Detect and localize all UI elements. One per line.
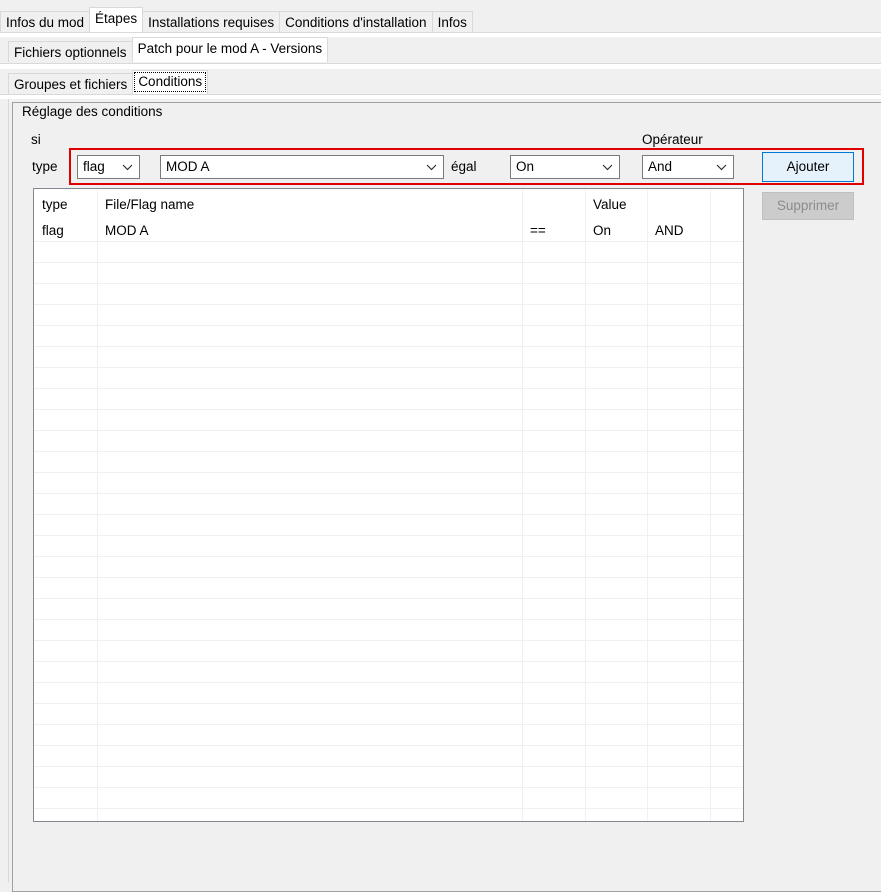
- grid-line: [34, 661, 743, 662]
- row-operator: AND: [655, 223, 684, 238]
- grid-line: [34, 409, 743, 410]
- header-operator[interactable]: [522, 194, 585, 215]
- table-row[interactable]: flag MOD A == On AND: [34, 220, 743, 241]
- step-page: [0, 64, 881, 69]
- grid-line: [34, 493, 743, 494]
- header-logic[interactable]: [647, 194, 710, 215]
- tab-mod-info[interactable]: Infos du mod: [0, 11, 91, 32]
- grid-line: [34, 766, 743, 767]
- tab-patch-mod-a[interactable]: Patch pour le mod A - Versions: [131, 37, 329, 62]
- grid-line: [34, 556, 743, 557]
- grid-line: [34, 304, 743, 305]
- tab-optional-files[interactable]: Fichiers optionnels: [8, 41, 133, 62]
- row-value: On: [593, 223, 612, 238]
- remove-button[interactable]: Supprimer: [762, 192, 854, 220]
- grid-line: [34, 619, 743, 620]
- grid-line: [34, 640, 743, 641]
- list-header: type File/Flag name Value: [34, 194, 743, 215]
- grid-line: [34, 598, 743, 599]
- tab-install-conditions[interactable]: Conditions d'installation: [279, 11, 433, 32]
- grid-line: [34, 325, 743, 326]
- header-type[interactable]: type: [34, 194, 97, 215]
- type-label: type: [32, 159, 58, 174]
- grid-line: [34, 346, 743, 347]
- grid-line: [34, 682, 743, 683]
- row-comparator: ==: [530, 223, 546, 238]
- grid-line: [34, 430, 743, 431]
- add-button[interactable]: Ajouter: [762, 152, 854, 182]
- grid-line: [34, 577, 743, 578]
- operator-label: Opérateur: [642, 132, 703, 147]
- grid-line: [34, 472, 743, 473]
- grid-line: [34, 514, 743, 515]
- tab-infos[interactable]: Infos: [431, 11, 473, 32]
- grid-line: [34, 451, 743, 452]
- tab-steps[interactable]: Étapes: [89, 7, 144, 32]
- row-type: flag: [42, 223, 64, 238]
- conditions-list[interactable]: type File/Flag name Value flag MOD A == …: [33, 188, 744, 822]
- grid-line: [34, 535, 743, 536]
- row-name: MOD A: [105, 223, 149, 238]
- grid-line: [34, 724, 743, 725]
- grid-line: [34, 367, 743, 368]
- detail-tabs: Groupes et fichiers Conditions: [0, 70, 209, 94]
- tab-groups-files[interactable]: Groupes et fichiers: [8, 73, 134, 94]
- main-tabs: Infos du mod Étapes Installations requis…: [0, 7, 473, 32]
- step-tabs: Fichiers optionnels Patch pour le mod A …: [0, 37, 329, 62]
- tab-required-installs[interactable]: Installations requises: [142, 11, 281, 32]
- grid-line: [34, 703, 743, 704]
- grid-line: [34, 283, 743, 284]
- si-label: si: [31, 132, 41, 147]
- grid-line: [34, 787, 743, 788]
- groupbox-title: Réglage des conditions: [19, 104, 166, 119]
- grid-line: [34, 388, 743, 389]
- grid-line: [34, 808, 743, 809]
- header-name[interactable]: File/Flag name: [97, 194, 522, 215]
- header-value[interactable]: Value: [585, 194, 647, 215]
- grid-line: [34, 262, 743, 263]
- grid-line: [34, 745, 743, 746]
- highlight-box: [69, 148, 864, 185]
- conditions-page: [0, 95, 881, 99]
- grid-line: [34, 241, 743, 242]
- tab-conditions[interactable]: Conditions: [132, 70, 209, 94]
- page-border: [8, 99, 9, 882]
- window-top-strip: [0, 0, 881, 6]
